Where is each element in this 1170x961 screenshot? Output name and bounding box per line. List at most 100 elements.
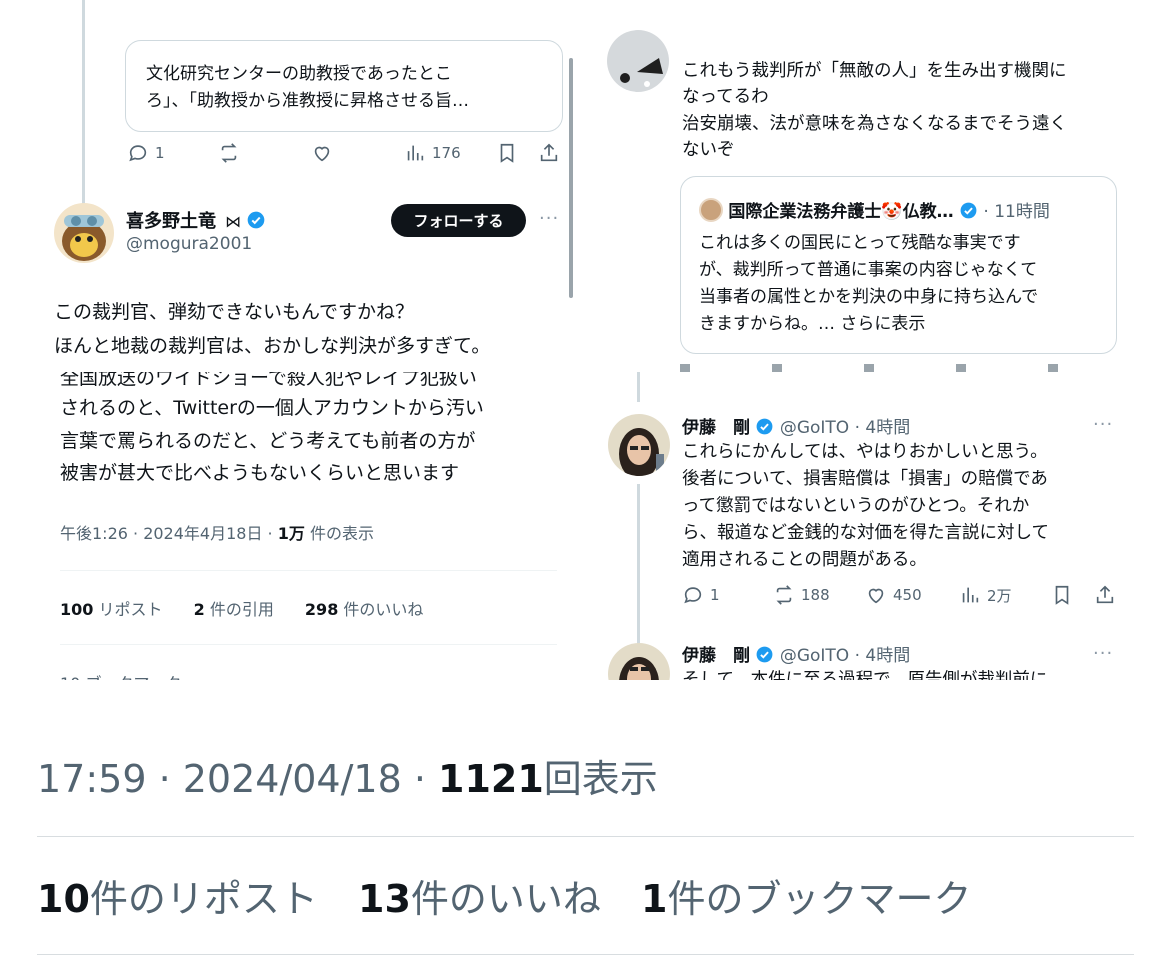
share-button[interactable] xyxy=(538,142,560,164)
reply-count: 1 xyxy=(155,144,165,162)
reply-count: 1 xyxy=(710,586,720,604)
reply-header: 伊藤 剛 @GoITO · 4時間 xyxy=(682,641,910,666)
likes-stat[interactable]: 298 件のいいね xyxy=(305,600,424,619)
likes-stat[interactable]: 13件のいいね xyxy=(358,877,601,921)
left-screenshot-panel: 文化研究センターの助教授であったとこ ろ」、「助教授から准教授に昇格させる旨… … xyxy=(0,0,585,680)
reply-body-line-cut: そして、本件に至る過程で、原告側が裁判前に xyxy=(682,670,1048,680)
quote-line: が、裁判所って普通に事案の内容じゃなくて xyxy=(699,260,1038,280)
quote-line: きますからね。… さらに表示 xyxy=(699,314,926,334)
quote-line: 当事者の属性とかを判決の中身に持ち込んで xyxy=(699,287,1039,307)
reply-body-line: ら、報道など金銭的な対価を得た言説に対して xyxy=(682,523,1049,543)
quote-author-name[interactable]: 国際企業法務弁護士 xyxy=(728,202,881,222)
verified-badge-icon xyxy=(756,646,773,663)
like-button[interactable] xyxy=(311,142,333,164)
avatar[interactable] xyxy=(54,203,114,263)
quoted-tweet-card[interactable]: 文化研究センターの助教授であったとこ ろ」、「助教授から准教授に昇格させる旨… xyxy=(125,40,563,132)
embedded-text-line: されるのと、Twitterの一個人アカウントから汚い xyxy=(60,397,484,419)
reply-author-name[interactable]: 伊藤 剛 xyxy=(682,646,750,666)
more-options-icon[interactable]: ··· xyxy=(539,208,559,229)
tweet-body-line: これもう裁判所が「無敵の人」を生み出す機関に xyxy=(682,61,1067,81)
avatar[interactable] xyxy=(608,643,670,680)
embedded-text-line: 被害が甚大で比べようもないくらいと思います xyxy=(60,462,460,484)
avatar xyxy=(699,198,723,222)
tweet-body-line: ないぞ xyxy=(682,140,735,160)
quote-line: ろ」、「助教授から准教授に昇格させる旨… xyxy=(146,91,469,111)
share-icon xyxy=(1096,585,1114,604)
tweet-timestamp: 午後1:26 · 2024年4月18日 · 1万 件の表示 xyxy=(60,524,374,543)
follow-button[interactable]: フォローする xyxy=(391,204,526,237)
tweet-engagement-stats: 100 リポスト 2 件の引用 298 件のいいね xyxy=(60,596,423,620)
views-button[interactable]: 2万 xyxy=(959,584,1012,606)
share-button[interactable] xyxy=(1094,584,1116,606)
thread-line xyxy=(82,0,85,205)
tweet-body-line: ほんと地裁の裁判官は、おかしな判決が多すぎて。 xyxy=(54,335,491,357)
verified-badge-icon xyxy=(756,418,773,435)
reply-icon xyxy=(684,587,702,604)
repost-count: 188 xyxy=(801,586,830,604)
repost-icon xyxy=(221,143,237,163)
views-icon xyxy=(962,587,979,603)
author-handle[interactable]: @mogura2001 xyxy=(126,234,252,254)
avatar[interactable] xyxy=(608,414,670,476)
reply-body-line: これらにかんしては、やはりおかしいと思う。 xyxy=(682,442,1048,462)
avatar[interactable] xyxy=(607,30,669,92)
divider xyxy=(37,836,1134,837)
reply-handle[interactable]: @GoITO xyxy=(780,418,849,438)
scrollbar[interactable] xyxy=(569,58,573,298)
quote-header: 国際企業法務弁護士🤡仏教… · 11時間 xyxy=(699,197,1050,222)
tweet-body-line: この裁判官、弾劾できないもんですかね？ xyxy=(54,301,415,323)
like-button[interactable]: 450 xyxy=(865,584,922,606)
tweet-body-line: なってるわ xyxy=(682,87,769,107)
reposts-stat[interactable]: 10件のリポスト xyxy=(37,877,318,921)
reposts-stat[interactable]: 100 リポスト xyxy=(60,600,163,619)
like-count: 450 xyxy=(893,586,922,604)
bookmark-button[interactable] xyxy=(496,142,518,164)
bookmark-icon xyxy=(500,143,514,163)
divider xyxy=(60,644,557,645)
author-name[interactable]: 喜多野土竜 xyxy=(126,211,216,232)
reply-time: · 4時間 xyxy=(854,418,911,438)
reply-button[interactable]: 1 xyxy=(127,142,165,164)
right-screenshot-panel: これもう裁判所が「無敵の人」を生み出す機関に なってるわ 治安崩壊、法が意味を為… xyxy=(585,0,1170,680)
verified-badge-icon xyxy=(960,202,977,219)
divider xyxy=(60,570,557,571)
reply-button[interactable]: 1 xyxy=(682,584,720,606)
quote-time: · 11時間 xyxy=(983,202,1050,222)
reply-body-line: 適用されることの問題がある。 xyxy=(682,550,927,570)
reply-handle[interactable]: @GoITO xyxy=(780,646,849,666)
reply-actions: 1 188 450 2万 xyxy=(585,584,1170,610)
heart-icon xyxy=(868,588,884,604)
views-count: 2万 xyxy=(987,586,1012,605)
reply-icon xyxy=(129,145,147,162)
divider xyxy=(37,954,1134,955)
bookmark-icon xyxy=(1055,585,1069,605)
repost-button[interactable]: 188 xyxy=(773,584,830,606)
bookmarks-stat[interactable]: 1件のブックマーク xyxy=(641,877,971,921)
quotes-stat[interactable]: 2 件の引用 xyxy=(194,600,274,619)
quote-author-name-rest: 仏教… xyxy=(902,202,954,222)
thread-line xyxy=(637,484,640,644)
tweet-actions: 1 176 xyxy=(0,142,585,168)
quote-line: 文化研究センターの助教授であったとこ xyxy=(146,64,452,84)
views-button[interactable]: 176 xyxy=(404,142,461,164)
quoted-tweet-card[interactable]: 国際企業法務弁護士🤡仏教… · 11時間 これは多くの国民にとって残酷な事実です… xyxy=(680,176,1117,354)
heart-icon xyxy=(314,146,330,162)
reply-time: · 4時間 xyxy=(854,646,911,666)
clipped-actions-row xyxy=(680,364,1120,378)
repost-button[interactable] xyxy=(218,142,240,164)
bookmark-button[interactable] xyxy=(1051,584,1073,606)
tweet-engagement-stats: 10件のリポスト 13件のいいね 1件のブックマーク xyxy=(37,868,971,923)
share-icon xyxy=(540,143,558,162)
author-name-row: 喜多野土竜 ⋈ xyxy=(126,207,266,233)
author-name-suffix: ⋈ xyxy=(225,212,242,231)
thread-line xyxy=(637,372,640,402)
tweet-body-line: 治安崩壊、法が意味を為さなくなるまでそう遠く xyxy=(682,114,1067,134)
reply-author-name[interactable]: 伊藤 剛 xyxy=(682,418,750,438)
clown-emoji-icon: 🤡 xyxy=(881,202,903,222)
more-options-icon[interactable]: ··· xyxy=(1093,643,1113,664)
bookmarks-stat-cut: 10 ブックマーク xyxy=(60,670,181,680)
embedded-text-line: 全国放送のワイドショーで殺人犯やレイプ犯扱い xyxy=(60,367,477,389)
embedded-text-line: 言葉で罵られるのだと、どう考えても前者の方が xyxy=(60,430,476,452)
verified-badge-icon xyxy=(247,211,265,229)
more-options-icon[interactable]: ··· xyxy=(1093,414,1113,435)
